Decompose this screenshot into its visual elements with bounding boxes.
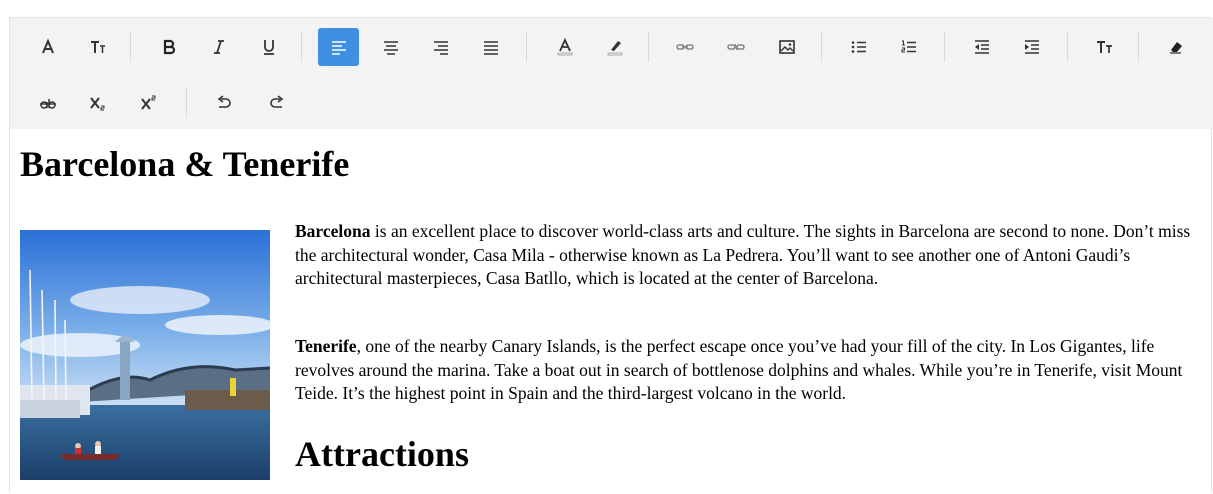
toolbar-separator — [1067, 32, 1068, 62]
bold-text-tenerife: Tenerife — [295, 336, 357, 356]
paragraph-text: is an excellent place to discover world-… — [295, 221, 1191, 288]
remove-link-button[interactable] — [715, 28, 756, 66]
font-color-button[interactable] — [544, 28, 585, 66]
toolbar-separator — [821, 32, 822, 62]
toolbar-separator — [944, 32, 945, 62]
redo-icon — [267, 93, 287, 113]
ordered-list-button[interactable] — [888, 28, 929, 66]
font-name-icon — [38, 37, 58, 57]
subscript-icon — [88, 93, 108, 113]
eraser-icon — [1166, 37, 1186, 57]
align-left-icon — [329, 37, 349, 57]
create-link-button[interactable] — [664, 28, 705, 66]
numbered-list-icon — [899, 37, 919, 57]
toolbar-separator — [301, 32, 302, 62]
link-icon — [675, 37, 695, 57]
undo-button[interactable] — [203, 84, 244, 122]
align-center-icon — [381, 37, 401, 57]
highlight-button[interactable] — [594, 28, 635, 66]
redo-button[interactable] — [256, 84, 297, 122]
indent-icon — [1022, 37, 1042, 57]
page-title: Barcelona & Tenerife — [20, 144, 350, 184]
align-center-button[interactable] — [370, 28, 411, 66]
font-color-icon — [555, 37, 575, 57]
text-case-icon — [1095, 37, 1115, 57]
strikethrough-button[interactable] — [27, 84, 68, 122]
paragraph-text: , one of the nearby Canary Islands, is t… — [295, 336, 1183, 403]
clear-format-button[interactable] — [1155, 28, 1196, 66]
align-justify-button[interactable] — [470, 28, 511, 66]
bold-text-barcelona: Barcelona — [295, 221, 371, 241]
strikethrough-icon — [38, 93, 58, 113]
align-justify-icon — [481, 37, 501, 57]
toolbar-separator — [186, 88, 187, 118]
align-right-icon — [431, 37, 451, 57]
underline-icon — [259, 37, 279, 57]
insert-image-button[interactable] — [766, 28, 807, 66]
toolbar-row-1 — [10, 18, 1213, 72]
undo-icon — [214, 93, 234, 113]
unordered-list-button[interactable] — [838, 28, 879, 66]
editor-content[interactable]: Barcelona & Tenerife Barcelona is an exc… — [10, 129, 1213, 494]
outdent-button[interactable] — [961, 28, 1002, 66]
italic-button[interactable] — [198, 28, 239, 66]
italic-icon — [209, 37, 229, 57]
superscript-icon — [139, 93, 159, 113]
toolbar-row-2 — [10, 74, 1213, 128]
unlink-icon — [726, 37, 746, 57]
font-size-icon — [88, 37, 108, 57]
underline-button[interactable] — [248, 28, 289, 66]
toolbar-separator — [130, 32, 131, 62]
bold-button[interactable] — [148, 28, 189, 66]
editor-toolbar — [10, 18, 1213, 129]
marina-image — [20, 230, 270, 480]
bulleted-list-icon — [849, 37, 869, 57]
html-editor: Barcelona & Tenerife Barcelona is an exc… — [9, 17, 1213, 494]
subscript-button[interactable] — [77, 84, 118, 122]
toolbar-separator — [648, 32, 649, 62]
outdent-icon — [972, 37, 992, 57]
font-size-button[interactable] — [77, 28, 118, 66]
toolbar-separator — [526, 32, 527, 62]
paragraph-tenerife: Tenerife, one of the nearby Canary Islan… — [295, 335, 1195, 406]
text-case-button[interactable] — [1084, 28, 1125, 66]
barcelona-photo — [20, 230, 270, 480]
section-heading: Attractions — [295, 434, 469, 474]
bold-icon — [159, 37, 179, 57]
superscript-button[interactable] — [128, 84, 169, 122]
font-name-button[interactable] — [27, 28, 68, 66]
align-left-button[interactable] — [318, 28, 359, 66]
indent-button[interactable] — [1011, 28, 1052, 66]
paragraph-barcelona: Barcelona is an excellent place to disco… — [295, 220, 1195, 291]
toolbar-separator — [1138, 32, 1139, 62]
image-icon — [777, 37, 797, 57]
highlight-icon — [605, 37, 625, 57]
align-right-button[interactable] — [420, 28, 461, 66]
